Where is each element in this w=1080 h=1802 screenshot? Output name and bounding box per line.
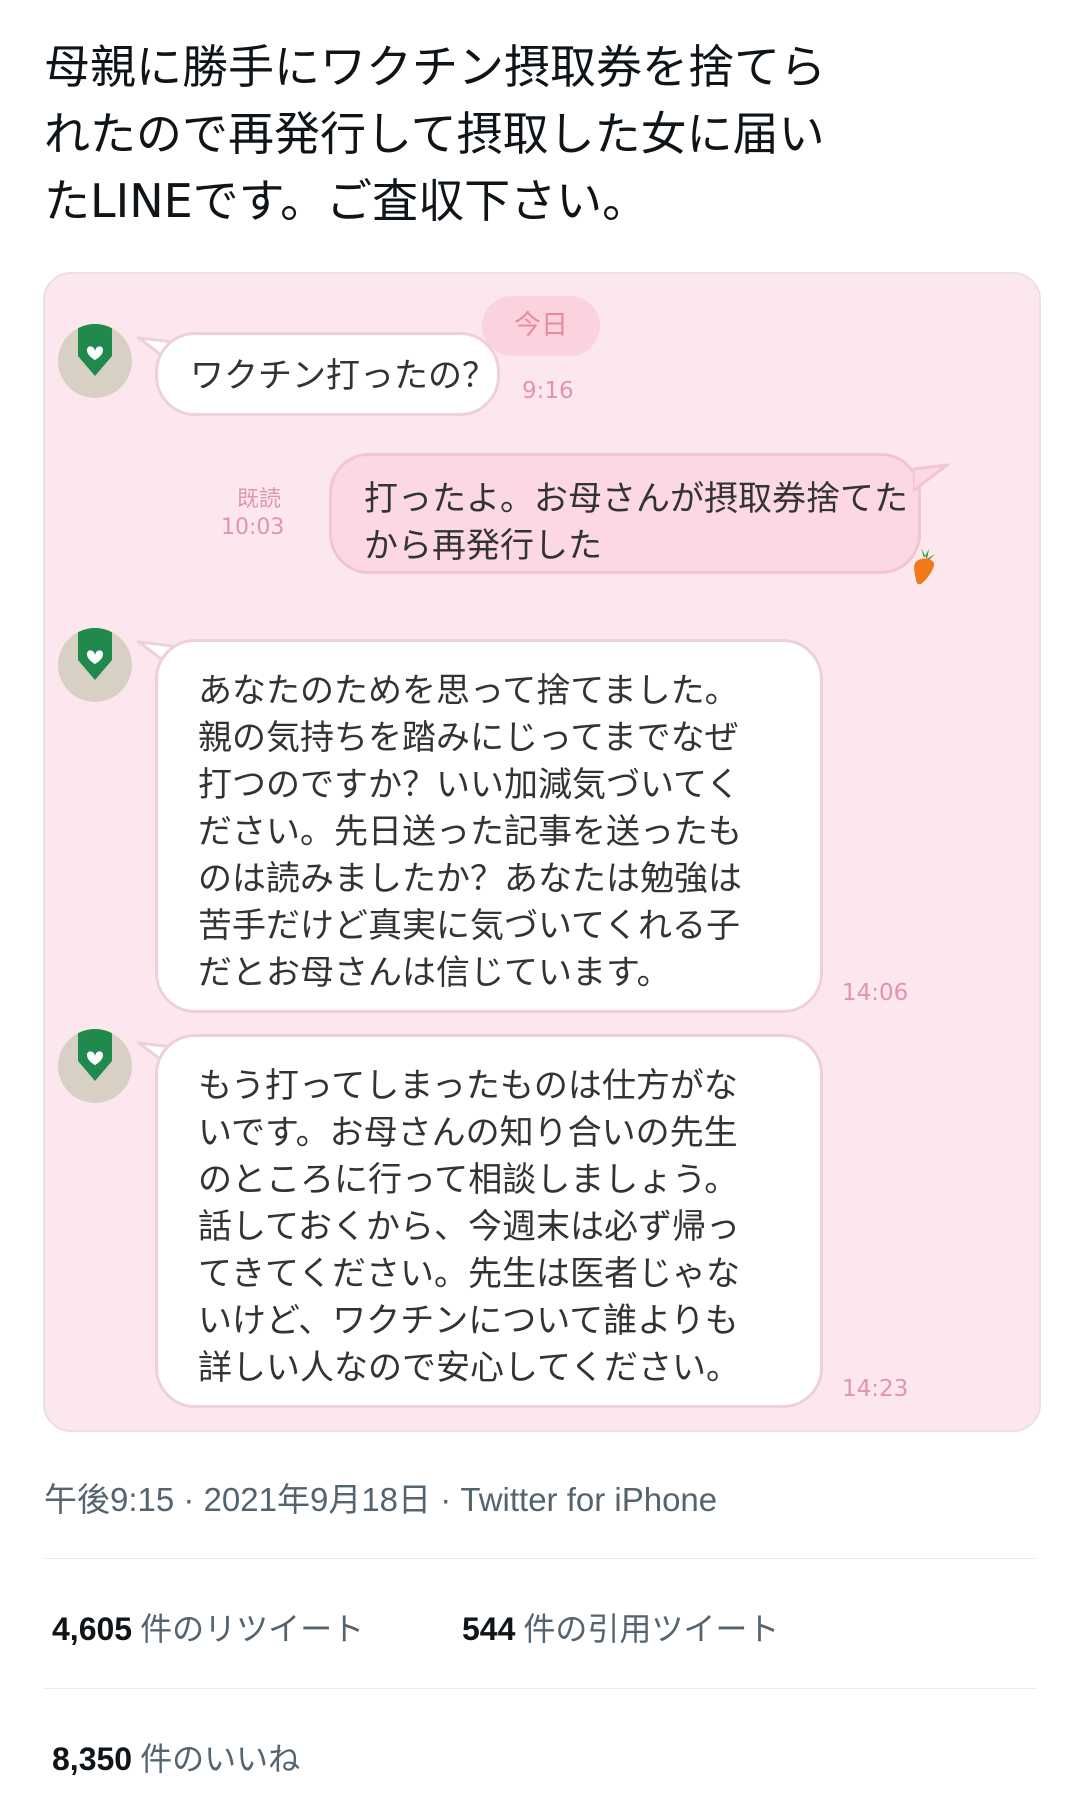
quotes-count: 544 <box>462 1611 516 1647</box>
message-time: 14:06 <box>842 980 909 1006</box>
retweets-label: 件のリツイート <box>140 1611 365 1647</box>
bubble-tail <box>913 463 949 493</box>
tweet-timestamp[interactable]: 午後9:15 · 2021年9月18日 · Twitter for iPhone <box>44 1473 717 1521</box>
attached-image[interactable]: 今日 ワクチン打ったの？ 9:16 既読 10:03 打ったよ。お母さんが摂取券… <box>43 272 1041 1432</box>
message-bubble-incoming: あなたのためを思って捨てました。 親の気持ちを踏みにじってまでなぜ 打つのですか… <box>155 639 823 1013</box>
retweets-stat[interactable]: 4,605 件のリツイート <box>52 1604 364 1650</box>
message-bubble-outgoing: 打ったよ。お母さんが摂取券捨てた から再発行した <box>329 453 921 574</box>
quotes-label: 件の引用ツイート <box>523 1611 780 1647</box>
likes-stat[interactable]: 8,350 件のいいね <box>52 1734 300 1780</box>
read-label: 既読 <box>236 487 281 512</box>
likes-label: 件のいいね <box>140 1741 301 1777</box>
avatar-icon <box>58 628 132 702</box>
message-time: 14:23 <box>842 1376 909 1402</box>
retweets-count: 4,605 <box>52 1611 133 1647</box>
line-chat-screenshot: 今日 ワクチン打ったの？ 9:16 既読 10:03 打ったよ。お母さんが摂取券… <box>45 274 1039 1430</box>
message-time: 10:03 <box>221 515 285 540</box>
divider <box>44 1688 1036 1689</box>
quote-tweets-stat[interactable]: 544 件の引用ツイート <box>462 1604 779 1650</box>
divider <box>44 1558 1036 1559</box>
message-bubble-incoming: もう打ってしまったものは仕方がな いです。お母さんの知り合いの先生 のところに行… <box>155 1034 823 1408</box>
message-time: 9:16 <box>522 378 574 404</box>
message-bubble-incoming: ワクチン打ったの？ <box>155 332 500 416</box>
avatar-icon <box>58 324 132 398</box>
read-receipt: 既読 10:03 <box>221 486 285 542</box>
likes-count: 8,350 <box>52 1741 133 1777</box>
tweet-text: 母親に勝手にワクチン摂取券を捨てら れたので再発行して摂取した女に届い たLIN… <box>44 40 826 228</box>
avatar-icon <box>58 1029 132 1103</box>
carrot-icon <box>914 548 935 585</box>
date-separator: 今日 <box>482 296 600 356</box>
